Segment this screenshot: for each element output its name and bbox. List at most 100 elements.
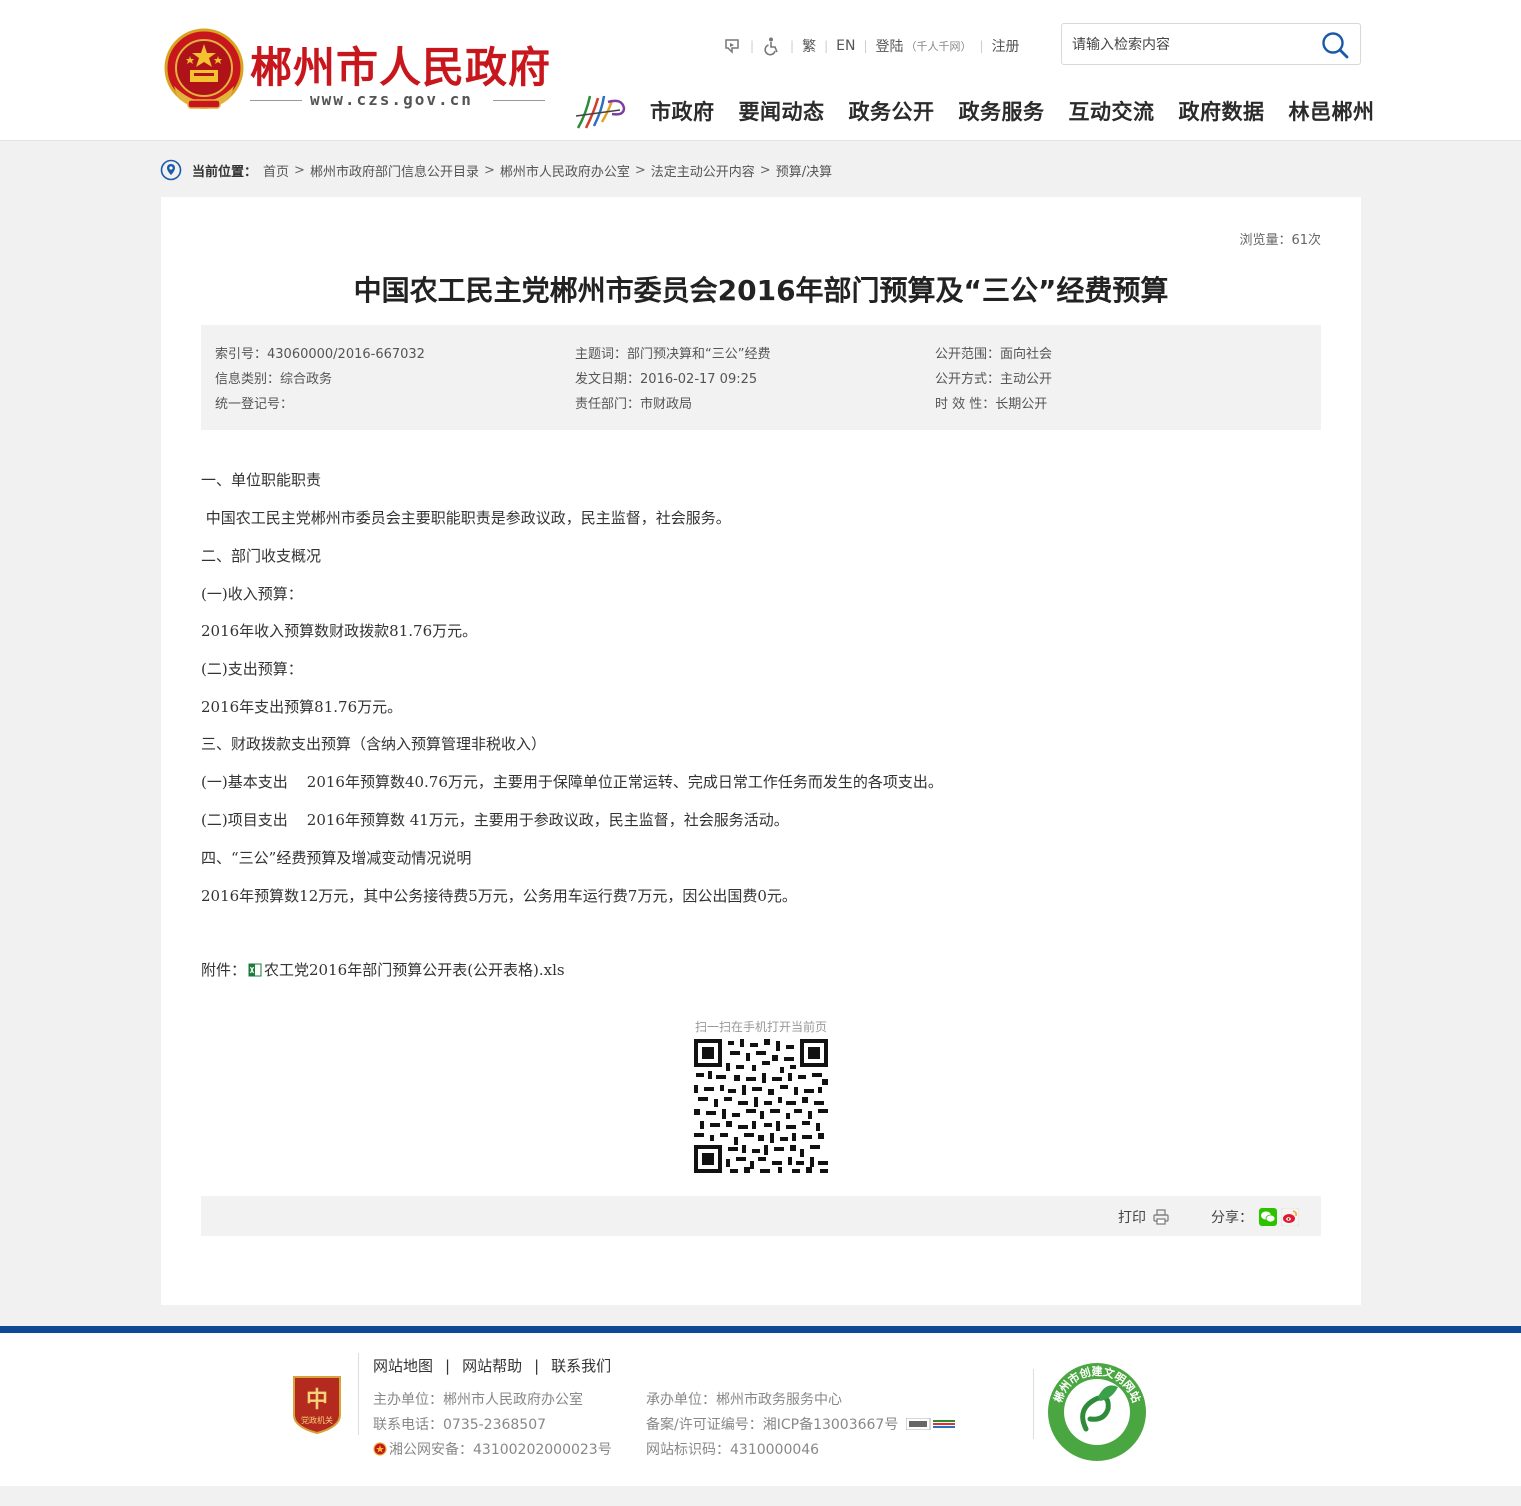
footer-divider bbox=[1033, 1369, 1034, 1439]
body-paragraph: (一)收入预算： bbox=[201, 585, 303, 603]
article-title: 中国农工民主党郴州市委员会2016年部门预算及“三公”经费预算 bbox=[353, 274, 1169, 307]
footer-divider bbox=[358, 1353, 359, 1435]
breadcrumb-separator: > bbox=[483, 162, 495, 178]
nav-item-interaction[interactable]: 互动交流 bbox=[1069, 96, 1155, 126]
breadcrumb-office[interactable]: 郴州市人民政府办公室 bbox=[500, 161, 630, 180]
article-action-bar: 打印 分享： bbox=[201, 1196, 1321, 1236]
search-icon[interactable] bbox=[1320, 30, 1350, 60]
toplink-separator: | bbox=[863, 39, 868, 53]
breadcrumb-separator: > bbox=[634, 162, 646, 178]
footer-link-separator: | bbox=[534, 1357, 540, 1375]
badge-emblem-glyph: 中 bbox=[306, 1388, 328, 1413]
footer-police-row: 湘公网安备：43100202000023号 bbox=[373, 1439, 612, 1459]
accessibility-icon[interactable] bbox=[762, 36, 782, 56]
meta-subject: 主题词：部门预决算和“三公”经费 bbox=[575, 347, 771, 362]
body-paragraph: 中国农工民主党郴州市委员会主要职能职责是参政议政，民主监督，社会服务。 bbox=[201, 509, 731, 527]
meta-date: 发文日期：2016-02-17 09:25 bbox=[575, 372, 758, 387]
toplink-separator: | bbox=[790, 39, 795, 53]
footer-link-sitemap[interactable]: 网站地图 bbox=[373, 1357, 433, 1375]
nav-item-city-government[interactable]: 市政府 bbox=[650, 96, 715, 126]
footer-phone: 联系电话：0735-2368507 bbox=[373, 1417, 547, 1433]
breadcrumb-separator: > bbox=[294, 162, 305, 178]
footer-link-contact[interactable]: 联系我们 bbox=[551, 1357, 611, 1375]
breadcrumb-home[interactable]: 首页 bbox=[263, 161, 289, 180]
nav-item-gov-disclosure[interactable]: 政务公开 bbox=[849, 96, 935, 126]
body-paragraph: (二)支出预算： bbox=[201, 660, 303, 678]
printer-icon bbox=[1153, 1209, 1169, 1225]
meta-index-no: 索引号：43060000/2016-667032 bbox=[215, 347, 425, 362]
nav-item-gov-services[interactable]: 政务服务 bbox=[959, 96, 1045, 126]
top-links: | | 繁 | EN | 登陆 （千人千网） | 注册 bbox=[722, 36, 1020, 56]
site-domain: www.czs.gov.cn bbox=[310, 90, 473, 109]
attachment-row: 附件： 农工党2016年部门预算公开表(公开表格).xls bbox=[201, 959, 565, 980]
login-note: （千人千网） bbox=[905, 40, 972, 53]
article-card: 浏览量：61次 中国农工民主党郴州市委员会2016年部门预算及“三公”经费预算 … bbox=[161, 197, 1361, 1305]
body-paragraph: 2016年支出预算81.76万元。 bbox=[201, 698, 403, 716]
body-paragraph: 2016年收入预算数财政拨款81.76万元。 bbox=[201, 622, 478, 640]
section-heading: 四、“三公”经费预算及增减变动情况说明 bbox=[201, 849, 472, 867]
breadcrumb-budget[interactable]: 预算/决算 bbox=[776, 161, 832, 180]
section-heading: 一、单位职能职责 bbox=[201, 471, 322, 489]
site-domain-row: www.czs.gov.cn bbox=[250, 90, 545, 110]
english-link[interactable]: EN bbox=[836, 38, 855, 54]
footer-organizer: 承办单位：郴州市政务服务中心 bbox=[646, 1392, 842, 1408]
print-label: 打印 bbox=[1118, 1210, 1146, 1226]
police-emblem-icon bbox=[373, 1442, 387, 1456]
nav-item-gov-data[interactable]: 政府数据 bbox=[1179, 96, 1265, 126]
attachment-label: 附件： bbox=[201, 961, 247, 979]
footer-host: 主办单位：郴州市人民政府办公室 bbox=[373, 1392, 583, 1408]
footer-top-bar bbox=[0, 1326, 1521, 1333]
breadcrumb-label: 当前位置： bbox=[192, 164, 258, 180]
nav-item-news[interactable]: 要闻动态 bbox=[739, 96, 825, 126]
domain-right-line bbox=[493, 100, 545, 101]
footer-police[interactable]: 湘公网安备：43100202000023号 bbox=[389, 1439, 612, 1459]
share-label: 分享： bbox=[1211, 1210, 1253, 1226]
site-header: 郴州市人民政府 www.czs.gov.cn | | 繁 | EN | 登陆 （… bbox=[0, 0, 1521, 141]
search-box bbox=[1061, 23, 1361, 65]
domain-left-line bbox=[250, 100, 302, 101]
breadcrumb-separator: > bbox=[759, 162, 771, 178]
nav-item-linyi-chenzhou[interactable]: 林邑郴州 bbox=[1289, 96, 1375, 126]
screen-reader-icon[interactable] bbox=[722, 36, 742, 56]
toplink-separator: | bbox=[750, 39, 755, 53]
login-link[interactable]: 登陆 bbox=[876, 36, 904, 56]
breadcrumb: 当前位置： 首页 > 郴州市政府部门信息公开目录 > 郴州市人民政府办公室 > … bbox=[160, 158, 832, 182]
search-input[interactable] bbox=[1072, 34, 1312, 56]
meta-validity: 时 效 性：长期公开 bbox=[935, 397, 1048, 412]
attachment-file-link[interactable]: 农工党2016年部门预算公开表(公开表格).xls bbox=[264, 959, 565, 980]
national-emblem-logo[interactable] bbox=[164, 28, 244, 112]
footer-link-separator: | bbox=[445, 1357, 451, 1375]
toplink-separator: | bbox=[979, 39, 984, 53]
section-heading: 二、部门收支概况 bbox=[201, 547, 322, 565]
footer-icp[interactable]: 备案/许可证编号：湘ICP备13003667号 bbox=[646, 1414, 898, 1434]
main-nav: 市政府 要闻动态 政务公开 政务服务 互动交流 政府数据 林邑郴州 bbox=[650, 96, 1375, 126]
qr-code bbox=[694, 1039, 828, 1173]
body-paragraph: (一)基本支出 2016年预算数40.76万元，主要用于保障单位正常运转、完成日… bbox=[201, 773, 943, 791]
wechat-share-icon[interactable] bbox=[1259, 1208, 1277, 1226]
footer-icp-row: 备案/许可证编号：湘ICP备13003667号 bbox=[646, 1414, 956, 1434]
print-button[interactable]: 打印 bbox=[1118, 1207, 1170, 1227]
meta-scope: 公开范围：面向社会 bbox=[935, 347, 1053, 362]
linyi-chenzhou-logo-icon bbox=[575, 95, 626, 129]
civilized-website-seal[interactable]: 郴州市创建文明网站 bbox=[1046, 1361, 1148, 1463]
qr-caption: 扫一扫在手机打开当前页 bbox=[694, 1020, 827, 1034]
cnzz-stats-icon[interactable] bbox=[906, 1418, 956, 1430]
toplink-separator: | bbox=[824, 39, 829, 53]
metadata-panel: 索引号：43060000/2016-667032 主题词：部门预决算和“三公”经… bbox=[201, 325, 1321, 430]
footer-site-id: 网站标识码：4310000046 bbox=[646, 1442, 820, 1458]
register-link[interactable]: 注册 bbox=[992, 36, 1020, 56]
traditional-chinese-link[interactable]: 繁 bbox=[802, 36, 816, 56]
breadcrumb-statutory[interactable]: 法定主动公开内容 bbox=[651, 161, 755, 180]
weibo-share-icon[interactable] bbox=[1281, 1208, 1299, 1226]
site-title[interactable]: 郴州市人民政府 bbox=[250, 34, 551, 95]
view-count: 浏览量：61次 bbox=[1239, 233, 1321, 248]
location-pin-icon bbox=[160, 159, 182, 181]
footer-link-help[interactable]: 网站帮助 bbox=[462, 1357, 522, 1375]
body-paragraph: (二)项目支出 2016年预算数 41万元，主要用于参政议政，民主监督，社会服务… bbox=[201, 811, 789, 829]
party-government-badge[interactable]: 中 党政机关 bbox=[290, 1371, 344, 1435]
meta-dept: 责任部门：市财政局 bbox=[575, 397, 693, 412]
meta-reg-no: 统一登记号： bbox=[215, 397, 294, 412]
section-heading: 三、财政拨款支出预算（含纳入预算管理非税收入） bbox=[201, 735, 547, 753]
breadcrumb-dept-catalog[interactable]: 郴州市政府部门信息公开目录 bbox=[310, 161, 479, 180]
share-group: 分享： bbox=[1211, 1207, 1299, 1227]
